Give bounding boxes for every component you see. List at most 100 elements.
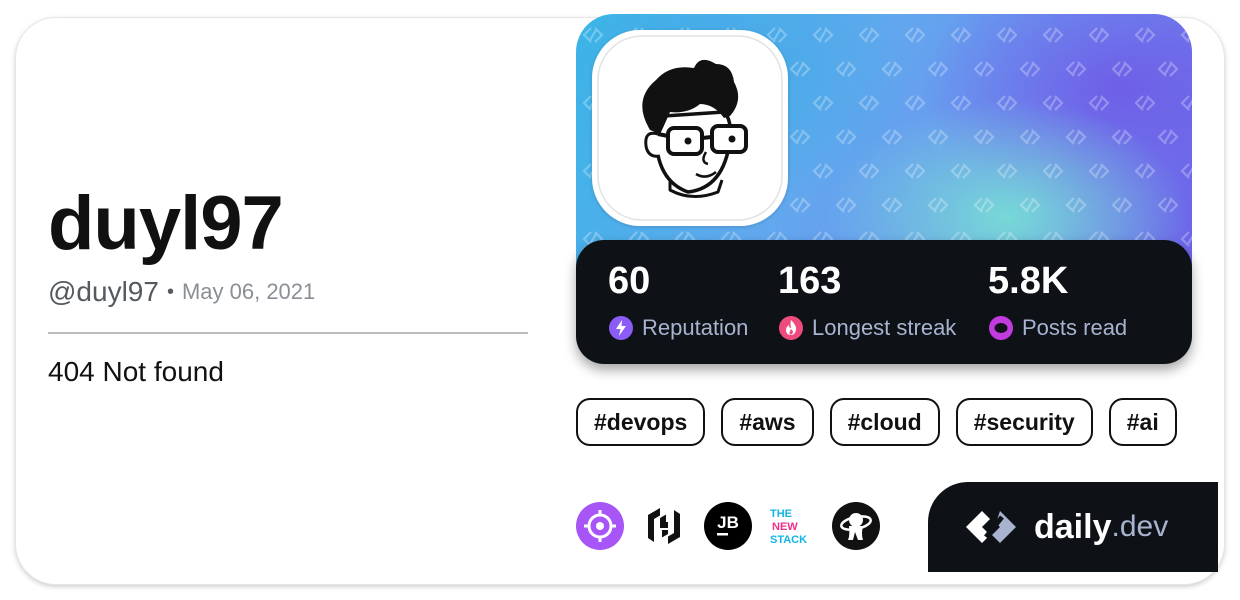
tag-aws[interactable]: #aws (721, 398, 814, 446)
tag-ai[interactable]: #ai (1108, 398, 1177, 446)
cover-pattern-mark (1157, 61, 1179, 77)
cover-pattern-mark (812, 163, 834, 179)
daily-dev-logo-icon (966, 511, 1016, 543)
cover-pattern-mark (1065, 197, 1087, 213)
cover-pattern-mark (835, 61, 857, 77)
cover-pattern-mark (858, 95, 880, 111)
cover-pattern-mark (1088, 95, 1110, 111)
stat-value: 60 (608, 260, 651, 302)
cover-pattern-mark (1088, 27, 1110, 43)
cover-pattern-mark (881, 61, 903, 77)
brand-name: daily (1034, 507, 1112, 546)
tag-cloud[interactable]: #cloud (829, 398, 940, 446)
cover-pattern-mark (1180, 27, 1192, 43)
stat-longest-streak: 163 Longest streak (778, 260, 956, 341)
cover-pattern-mark (1111, 129, 1133, 145)
stat-value: 5.8K (988, 260, 1069, 302)
astronaut-source-icon (832, 502, 880, 550)
source-item[interactable] (832, 502, 880, 550)
stat-reputation: 60 Reputation (608, 260, 748, 341)
cover-pattern-mark (1042, 95, 1064, 111)
cover-pattern-mark (950, 27, 972, 43)
meta-separator: • (166, 280, 174, 303)
cover-pattern-mark (1134, 27, 1156, 43)
the-new-stack-source-icon: THE NEW STACK (770, 508, 807, 546)
divider (48, 332, 528, 334)
cover-pattern-mark (904, 95, 926, 111)
cover-pattern-mark (1111, 61, 1133, 77)
tns-line: THE (770, 508, 792, 520)
stat-label: Longest streak (812, 315, 957, 340)
cover-pattern-mark (1019, 197, 1041, 213)
flame-icon (779, 316, 803, 340)
jetbrains-logo-text: JB (717, 513, 739, 532)
cover-pattern-mark (996, 163, 1018, 179)
cover-pattern-mark (1042, 27, 1064, 43)
profile-name: duyl97 (48, 181, 284, 266)
cover-pattern-mark (973, 129, 995, 145)
cover-pattern-mark (996, 95, 1018, 111)
cover-pattern-mark (1019, 129, 1041, 145)
cover-pattern-mark (973, 61, 995, 77)
brand-suffix: .dev (1111, 510, 1169, 543)
cover-pattern-mark (1180, 231, 1192, 247)
stats-panel: 60 Reputation 163 Longest streak 5.8K Po… (576, 240, 1192, 364)
cover-pattern-mark (904, 163, 926, 179)
tag-list: #devops #aws #cloud #security #ai (576, 398, 1177, 446)
avatar[interactable] (592, 30, 788, 226)
daily-dev-branding[interactable]: daily .dev (928, 482, 1218, 572)
cover-pattern-mark (927, 197, 949, 213)
tag-devops[interactable]: #devops (576, 398, 706, 446)
profile-meta: @duyl97 • May 06, 2021 (48, 276, 315, 308)
cover-pattern-mark (1180, 163, 1192, 179)
cover-pattern-mark (996, 27, 1018, 43)
joined-date: May 06, 2021 (181, 279, 316, 304)
source-item[interactable] (640, 502, 688, 550)
cover-pattern-mark (1134, 95, 1156, 111)
tns-line: NEW (772, 521, 798, 533)
cover-pattern-mark (950, 163, 972, 179)
stat-value: 163 (778, 260, 842, 302)
source-item[interactable]: JB (704, 502, 752, 550)
cover-pattern-mark (858, 27, 880, 43)
source-list: JB THE NEW STACK (576, 502, 896, 550)
source-item[interactable]: THE NEW STACK (768, 502, 816, 550)
jetbrains-source-icon: JB (704, 502, 752, 550)
stat-label: Posts read (1022, 315, 1128, 340)
cover-pattern-mark (812, 95, 834, 111)
cover-pattern-mark (789, 61, 811, 77)
cover-pattern-mark (1088, 163, 1110, 179)
cover-pattern-mark (1042, 163, 1064, 179)
cover-pattern-mark (835, 197, 857, 213)
cover-pattern-mark (1065, 61, 1087, 77)
cover-pattern-mark (789, 197, 811, 213)
cover-pattern-mark (1111, 197, 1133, 213)
lightning-icon (609, 316, 633, 340)
crosshair-source-icon (576, 502, 624, 550)
cover-pattern-mark (1134, 163, 1156, 179)
stat-label: Reputation (642, 315, 749, 340)
cover-pattern-mark (1157, 197, 1179, 213)
source-item[interactable] (576, 502, 624, 550)
cover-pattern-mark (835, 129, 857, 145)
cover-pattern-mark (881, 129, 903, 145)
cover-pattern-mark (1157, 129, 1179, 145)
tag-security[interactable]: #security (955, 398, 1093, 446)
cover-pattern-mark (1065, 129, 1087, 145)
hashicorp-source-icon (648, 508, 680, 544)
cover-pattern-mark (812, 27, 834, 43)
tns-line: STACK (770, 534, 807, 546)
cover-pattern-mark (858, 163, 880, 179)
cover-pattern-mark (973, 197, 995, 213)
ring-icon (989, 316, 1013, 340)
cover-pattern-mark (927, 129, 949, 145)
cover-pattern-mark (950, 95, 972, 111)
avatar-illustration-icon (597, 35, 783, 221)
cover-pattern-mark (789, 129, 811, 145)
cover-pattern-mark (1180, 95, 1192, 111)
profile-bio: 404 Not found (48, 356, 224, 387)
cover-pattern-mark (881, 197, 903, 213)
stat-posts-read: 5.8K Posts read (988, 260, 1127, 341)
cover-pattern-mark (1019, 61, 1041, 77)
profile-handle[interactable]: @duyl97 (48, 276, 159, 308)
